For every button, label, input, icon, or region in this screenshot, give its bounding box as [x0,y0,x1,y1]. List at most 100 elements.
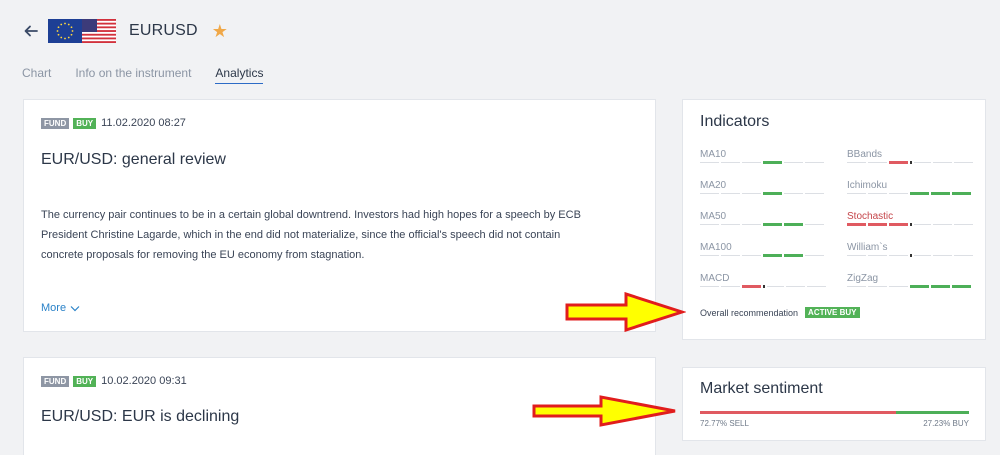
overall-label: Overall recommendation [700,307,799,318]
indicator-pointer [910,223,912,226]
indicator-row: MA10 [700,149,826,164]
indicator-segment [847,223,866,226]
instrument-tabs: Chart Info on the instrument Analytics [22,66,287,84]
indicator-segment [721,162,740,163]
market-sentiment-panel: Market sentiment 72.77% SELL 27.23% BUY [682,367,986,441]
indicator-segment [786,286,805,287]
indicator-segment [784,162,803,163]
indicator-segment [868,286,887,287]
indicator-name: BBands [847,149,883,160]
indicator-segment [763,192,782,195]
indicator-segment [868,193,887,194]
tab-analytics[interactable]: Analytics [215,66,264,84]
indicator-segment [889,161,908,164]
indicator-row: BBands [847,149,973,164]
indicator-row: ZigZag [847,273,973,288]
buy-badge: BUY [73,375,97,387]
sentiment-sell-fill [700,411,896,414]
indicator-segment [742,285,761,288]
star-icon[interactable]: ★ [212,22,228,40]
indicator-name: Stochastic [847,211,894,222]
more-button[interactable]: More [41,302,80,314]
indicator-name: MA100 [700,242,732,253]
indicator-segment [847,255,866,256]
indicator-segment [721,224,740,225]
indicator-segment [784,223,803,226]
indicator-segment [763,161,782,164]
indicator-segment [931,192,950,195]
sentiment-title: Market sentiment [700,380,823,397]
instrument-header: EURUSD ★ [22,16,228,46]
article-date: 10.02.2020 09:31 [101,375,187,387]
indicator-scale [700,285,828,288]
indicator-segment [721,286,740,287]
indicator-segment [700,162,719,163]
fund-badge: FUND [41,375,70,387]
tab-info[interactable]: Info on the instrument [75,66,191,84]
indicator-scale [847,192,973,195]
indicator-name: Ichimoku [847,180,888,191]
indicator-segment [868,255,887,256]
indicator-segment [933,162,952,163]
indicator-name: MACD [700,273,730,284]
indicator-segment [805,162,824,163]
tab-chart[interactable]: Chart [22,66,51,84]
sell-percent-label: 72.77% SELL [700,419,749,428]
indicator-segment [889,286,908,287]
indicator-segment [700,224,719,225]
indicator-row: MA100 [700,242,826,257]
sentiment-buy-fill [895,411,969,414]
chevron-down-icon [70,305,80,311]
indicator-segment [868,162,887,163]
indicator-segment [721,255,740,256]
indicator-name: MA20 [700,180,727,191]
buy-badge: BUY [73,117,97,129]
indicator-segment [954,255,973,256]
article-title[interactable]: EUR/USD: EUR is declining [41,408,239,426]
overall-recommendation: Overall recommendation ACTIVE BUY [700,307,860,318]
indicator-segment [742,162,761,163]
indicator-segment [889,223,908,226]
indicator-row: MA50 [700,211,826,226]
indicator-segment [847,286,866,287]
indicator-scale [700,192,826,195]
indicator-segment [767,286,784,287]
indicator-row: MACD [700,273,828,288]
article-body-line: President Christine Lagarde, which in th… [41,229,561,241]
currency-flags [48,18,116,44]
indicator-segment [933,224,952,225]
indicator-segment [742,193,761,194]
indicator-scale [700,254,826,257]
indicator-scale [847,285,973,288]
eu-flag-icon [48,19,82,43]
indicator-segment [914,224,931,225]
indicator-name: William`s [847,242,888,253]
indicator-segment [931,285,950,288]
indicator-pointer [910,161,912,164]
indicator-segment [889,193,908,194]
indicator-segment [954,162,973,163]
indicator-scale [700,161,826,164]
indicator-segment [700,286,719,287]
indicator-segment [847,162,866,163]
indicator-segment [721,193,740,194]
indicator-segment [763,223,782,226]
indicator-segment [914,255,931,256]
arrow-left-icon[interactable] [22,22,40,40]
indicator-segment [805,224,824,225]
indicator-scale [700,223,826,226]
indicator-segment [847,193,866,194]
indicator-segment [914,162,931,163]
indicator-segment [742,224,761,225]
sentiment-bar [700,411,969,414]
indicator-segment [700,193,719,194]
indicator-segment [763,254,782,257]
indicators-panel: Indicators MA10 MA20 MA50 MA100 MACD BBands I… [682,99,986,340]
instrument-title: EURUSD [129,22,198,39]
indicator-segment [807,286,826,287]
more-label: More [41,302,67,314]
article-title[interactable]: EUR/USD: general review [41,151,226,169]
article-meta: FUND BUY 11.02.2020 08:27 [41,117,186,129]
indicator-segment [868,223,887,226]
indicator-name: MA50 [700,211,727,222]
